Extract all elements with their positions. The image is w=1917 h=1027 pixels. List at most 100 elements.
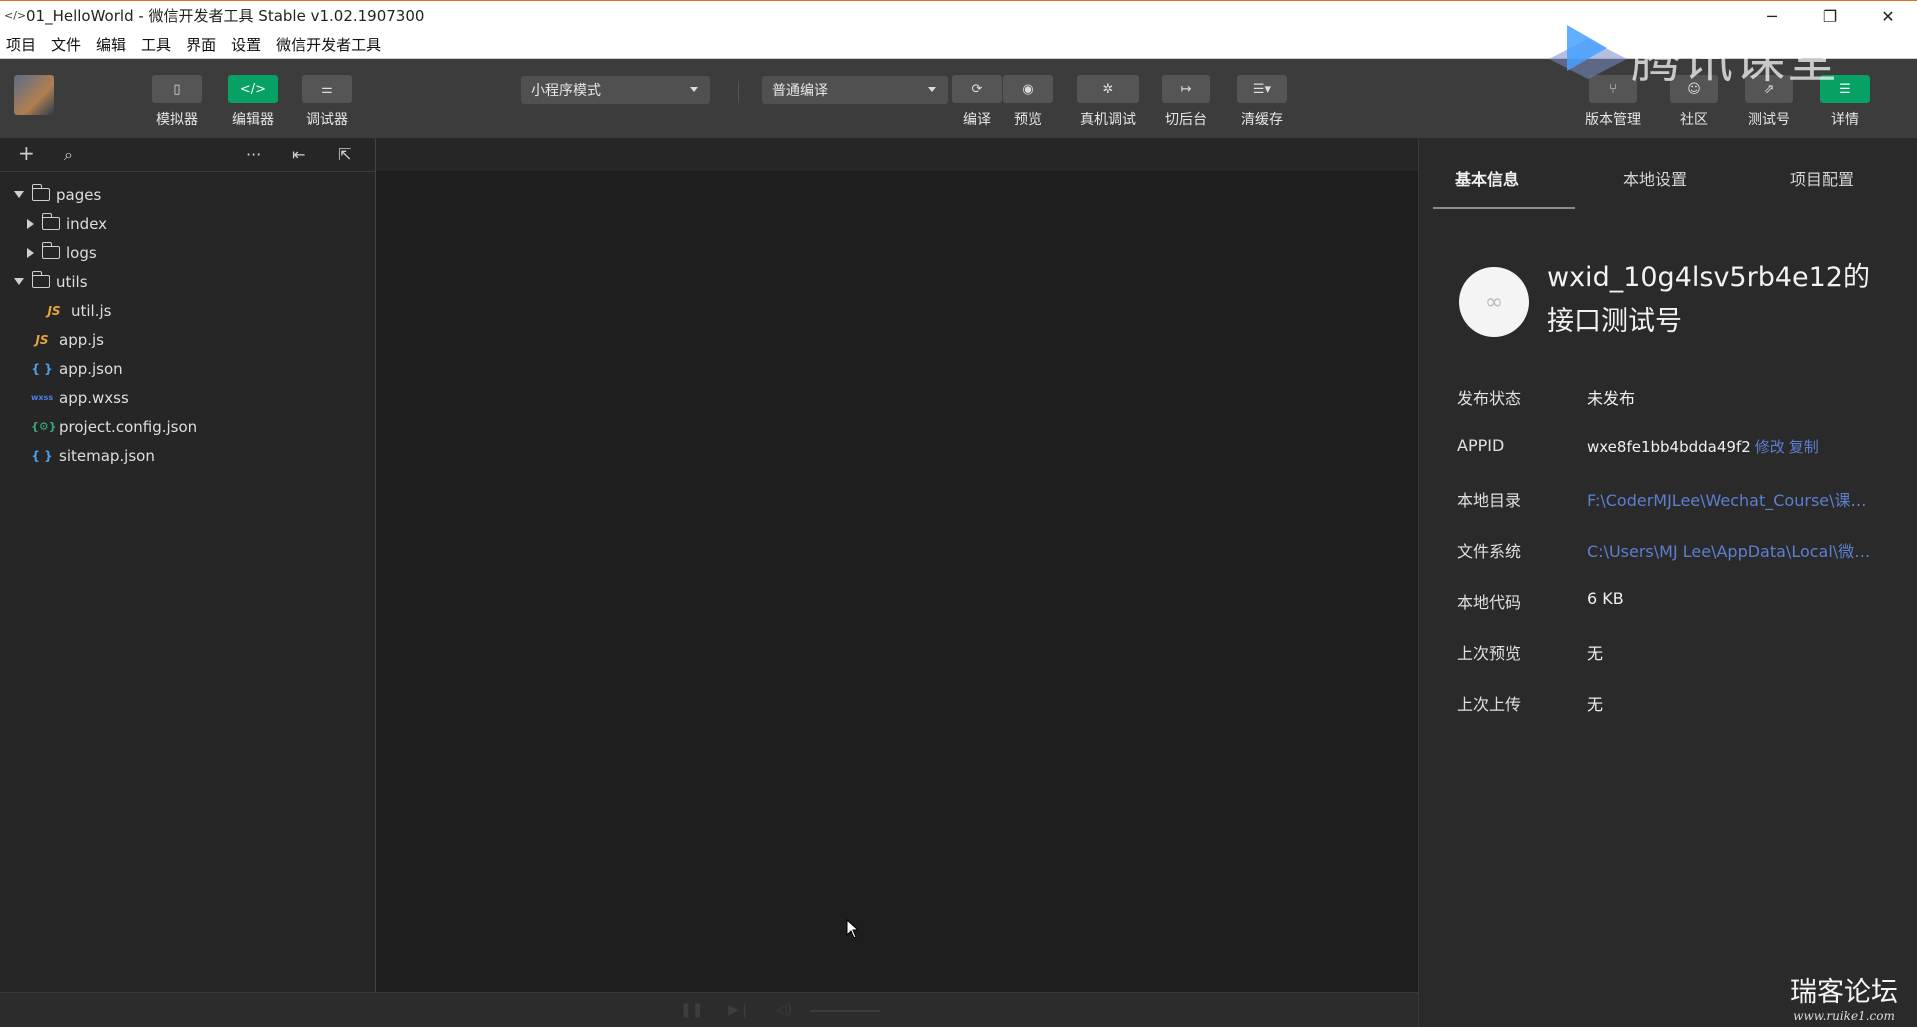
background-label: 切后台 xyxy=(1165,112,1207,128)
file-tree: pages index logs utils JS util.js JS app… xyxy=(0,172,375,470)
tree-file-project-config[interactable]: {⚙} project.config.json xyxy=(0,412,375,441)
test-account-label: 测试号 xyxy=(1748,112,1790,128)
version-label: 版本管理 xyxy=(1585,112,1641,128)
switch-background-icon: ↦ xyxy=(1162,75,1210,103)
folder-icon xyxy=(41,242,60,259)
menu-project[interactable]: 项目 xyxy=(6,34,36,55)
remote-debug-label: 真机调试 xyxy=(1080,112,1136,128)
mode-select[interactable]: 小程序模式 xyxy=(521,76,710,104)
layers-icon: ☰▾ xyxy=(1237,75,1287,103)
collapsed-arrow-icon xyxy=(27,218,34,229)
info-label: 发布状态 xyxy=(1457,389,1522,408)
status-bar: ❚❚ ▶❘ ◁) xyxy=(0,992,1418,1027)
tree-label: logs xyxy=(66,243,97,262)
info-label: 上次上传 xyxy=(1457,695,1522,714)
tree-label: utils xyxy=(56,272,88,291)
editor-area[interactable] xyxy=(376,139,1418,992)
info-row-local-dir: 本地目录 F:\CoderMJLee\Wechat_Course\课堂... xyxy=(1457,487,1902,511)
community-label: 社区 xyxy=(1680,112,1708,128)
details-tabs: 基本信息 本地设置 项目配置 xyxy=(1433,139,1917,209)
info-value: 未发布 xyxy=(1587,389,1636,408)
editor-label: 编辑器 xyxy=(232,112,274,128)
add-icon[interactable]: + xyxy=(18,141,35,165)
tree-label: index xyxy=(66,214,108,233)
phone-icon: ▯ xyxy=(152,75,202,103)
file-explorer: + ⌕ ··· ⇤ ⇱ pages index logs utils JS ut… xyxy=(0,139,376,992)
pause-icon: ❚❚ xyxy=(680,1002,704,1018)
tab-basic-info[interactable]: 基本信息 xyxy=(1455,166,1519,190)
appid-copy-link[interactable]: 复制 xyxy=(1789,438,1819,456)
collapse-all-icon[interactable]: ⇤ xyxy=(292,145,305,164)
background-button[interactable]: ↦ 切后台 xyxy=(1162,75,1210,129)
info-label: 本地代码 xyxy=(1457,593,1522,612)
debugger-button[interactable]: ⚌ 调试器 xyxy=(302,75,352,129)
folder-open-icon xyxy=(31,184,50,201)
tree-folder-logs[interactable]: logs xyxy=(0,238,375,267)
tree-folder-pages[interactable]: pages xyxy=(0,180,375,209)
toolbar-divider xyxy=(738,81,739,103)
folder-icon xyxy=(41,213,60,230)
tree-file-app-wxss[interactable]: wxss app.wxss xyxy=(0,383,375,412)
editor-tab-bar xyxy=(376,139,1418,172)
chevron-down-icon xyxy=(928,87,936,92)
window-title: 01_HelloWorld - 微信开发者工具 Stable v1.02.190… xyxy=(26,7,425,25)
play-logo-icon xyxy=(1549,25,1627,79)
watermark-brand-text: 腾讯课堂 xyxy=(1631,31,1839,89)
menu-view[interactable]: 界面 xyxy=(186,34,216,55)
info-value: 6 KB xyxy=(1587,589,1624,608)
active-tab-indicator xyxy=(1433,207,1575,209)
compile-button[interactable]: ⟳ 编译 xyxy=(952,75,1002,129)
explorer-toolbar: + ⌕ ··· ⇤ ⇱ xyxy=(0,139,375,172)
menu-edit[interactable]: 编辑 xyxy=(96,34,126,55)
appid-edit-link[interactable]: 修改 xyxy=(1755,438,1785,456)
menu-file[interactable]: 文件 xyxy=(51,34,81,55)
debugger-label: 调试器 xyxy=(306,112,348,128)
tree-folder-index[interactable]: index xyxy=(0,209,375,238)
search-icon[interactable]: ⌕ xyxy=(64,145,73,165)
local-dir-link[interactable]: F:\CoderMJLee\Wechat_Course\课堂... xyxy=(1587,487,1877,511)
wxss-file-icon: wxss xyxy=(31,393,54,402)
clear-cache-button[interactable]: ☰▾ 清缓存 xyxy=(1237,75,1287,129)
app-logo-icon: </> xyxy=(4,9,27,22)
tree-file-sitemap[interactable]: { } sitemap.json xyxy=(0,441,375,470)
preview-button[interactable]: ◉ 预览 xyxy=(1003,75,1053,129)
hide-panel-icon[interactable]: ⇱ xyxy=(338,145,351,164)
tree-label: util.js xyxy=(71,301,112,320)
tree-label: pages xyxy=(56,185,102,204)
user-avatar[interactable] xyxy=(14,75,54,115)
remote-debug-button[interactable]: ✲ 真机调试 xyxy=(1077,75,1139,129)
link-icon: ∞ xyxy=(1484,289,1504,315)
devtools-window: </> 01_HelloWorld - 微信开发者工具 Stable v1.02… xyxy=(0,0,1917,1027)
next-icon: ▶❘ xyxy=(728,1002,751,1018)
js-file-icon: JS xyxy=(47,303,61,318)
mode-select-value: 小程序模式 xyxy=(531,83,601,99)
tab-local-settings[interactable]: 本地设置 xyxy=(1623,166,1687,190)
config-file-icon: {⚙} xyxy=(31,420,57,433)
tree-file-app-json[interactable]: { } app.json xyxy=(0,354,375,383)
menu-tools[interactable]: 工具 xyxy=(141,34,171,55)
menu-wechat-devtools[interactable]: 微信开发者工具 xyxy=(276,34,381,55)
appid-value-group: wxe8fe1bb4bdda49f2 修改 复制 xyxy=(1587,436,1819,457)
tree-label: app.js xyxy=(59,330,104,349)
tree-label: app.json xyxy=(59,359,123,378)
info-label: 本地目录 xyxy=(1457,491,1522,510)
mouse-cursor-icon xyxy=(846,919,860,939)
more-icon[interactable]: ··· xyxy=(246,145,261,164)
forum-watermark: 瑞客论坛 www.ruike1.com xyxy=(1790,970,1898,1023)
appid-value: wxe8fe1bb4bdda49f2 xyxy=(1587,438,1751,456)
compile-label: 编译 xyxy=(963,112,991,128)
tree-file-app-js[interactable]: JS app.js xyxy=(0,325,375,354)
volume-track xyxy=(810,1010,880,1012)
chevron-down-icon xyxy=(690,87,698,92)
tab-project-config[interactable]: 项目配置 xyxy=(1790,166,1854,190)
compile-mode-select[interactable]: 普通编译 xyxy=(762,76,948,104)
editor-button[interactable]: </> 编辑器 xyxy=(228,75,278,129)
simulator-button[interactable]: ▯ 模拟器 xyxy=(152,75,202,129)
tree-file-util-js[interactable]: JS util.js xyxy=(0,296,375,325)
menu-settings[interactable]: 设置 xyxy=(231,34,261,55)
tree-folder-utils[interactable]: utils xyxy=(0,267,375,296)
close-icon[interactable]: ✕ xyxy=(1859,1,1917,31)
file-system-link[interactable]: C:\Users\MJ Lee\AppData\Local\微信... xyxy=(1587,538,1877,562)
info-row-file-system: 文件系统 C:\Users\MJ Lee\AppData\Local\微信... xyxy=(1457,538,1902,562)
info-row-appid: APPID wxe8fe1bb4bdda49f2 修改 复制 xyxy=(1457,436,1902,460)
